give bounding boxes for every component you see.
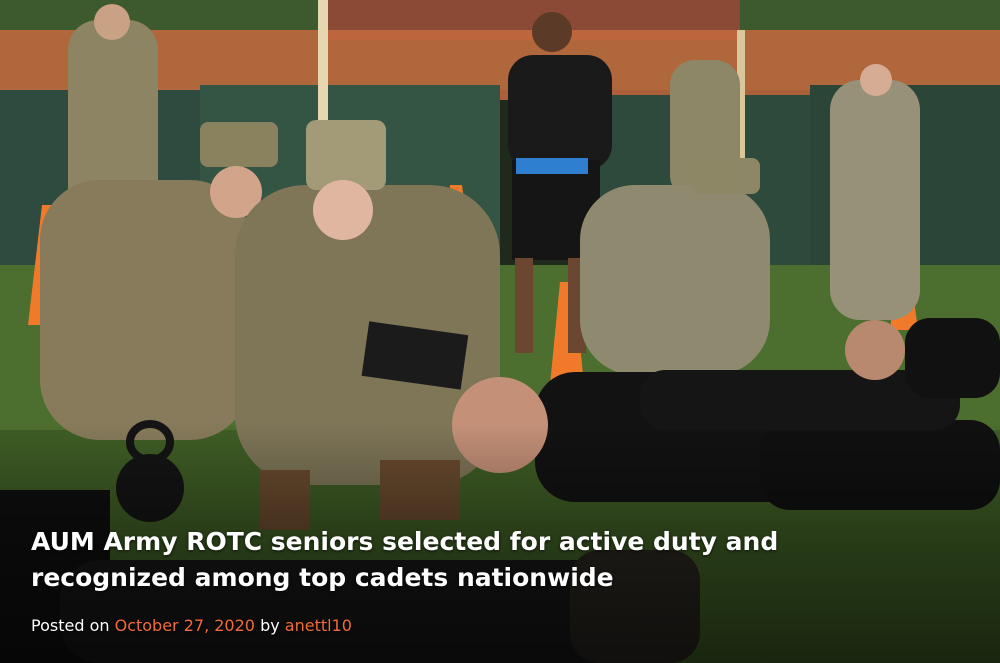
post-date-link[interactable]: October 27, 2020	[115, 616, 255, 635]
post-meta: Posted on October 27, 2020 by anettl10	[31, 616, 931, 635]
post-caption: AUM Army ROTC seniors selected for activ…	[31, 524, 931, 635]
post-title[interactable]: AUM Army ROTC seniors selected for activ…	[31, 524, 931, 596]
featured-post-hero: AUM Army ROTC seniors selected for activ…	[0, 0, 1000, 663]
posted-on-label: Posted on	[31, 616, 110, 635]
by-label: by	[260, 616, 280, 635]
author-link[interactable]: anettl10	[285, 616, 352, 635]
